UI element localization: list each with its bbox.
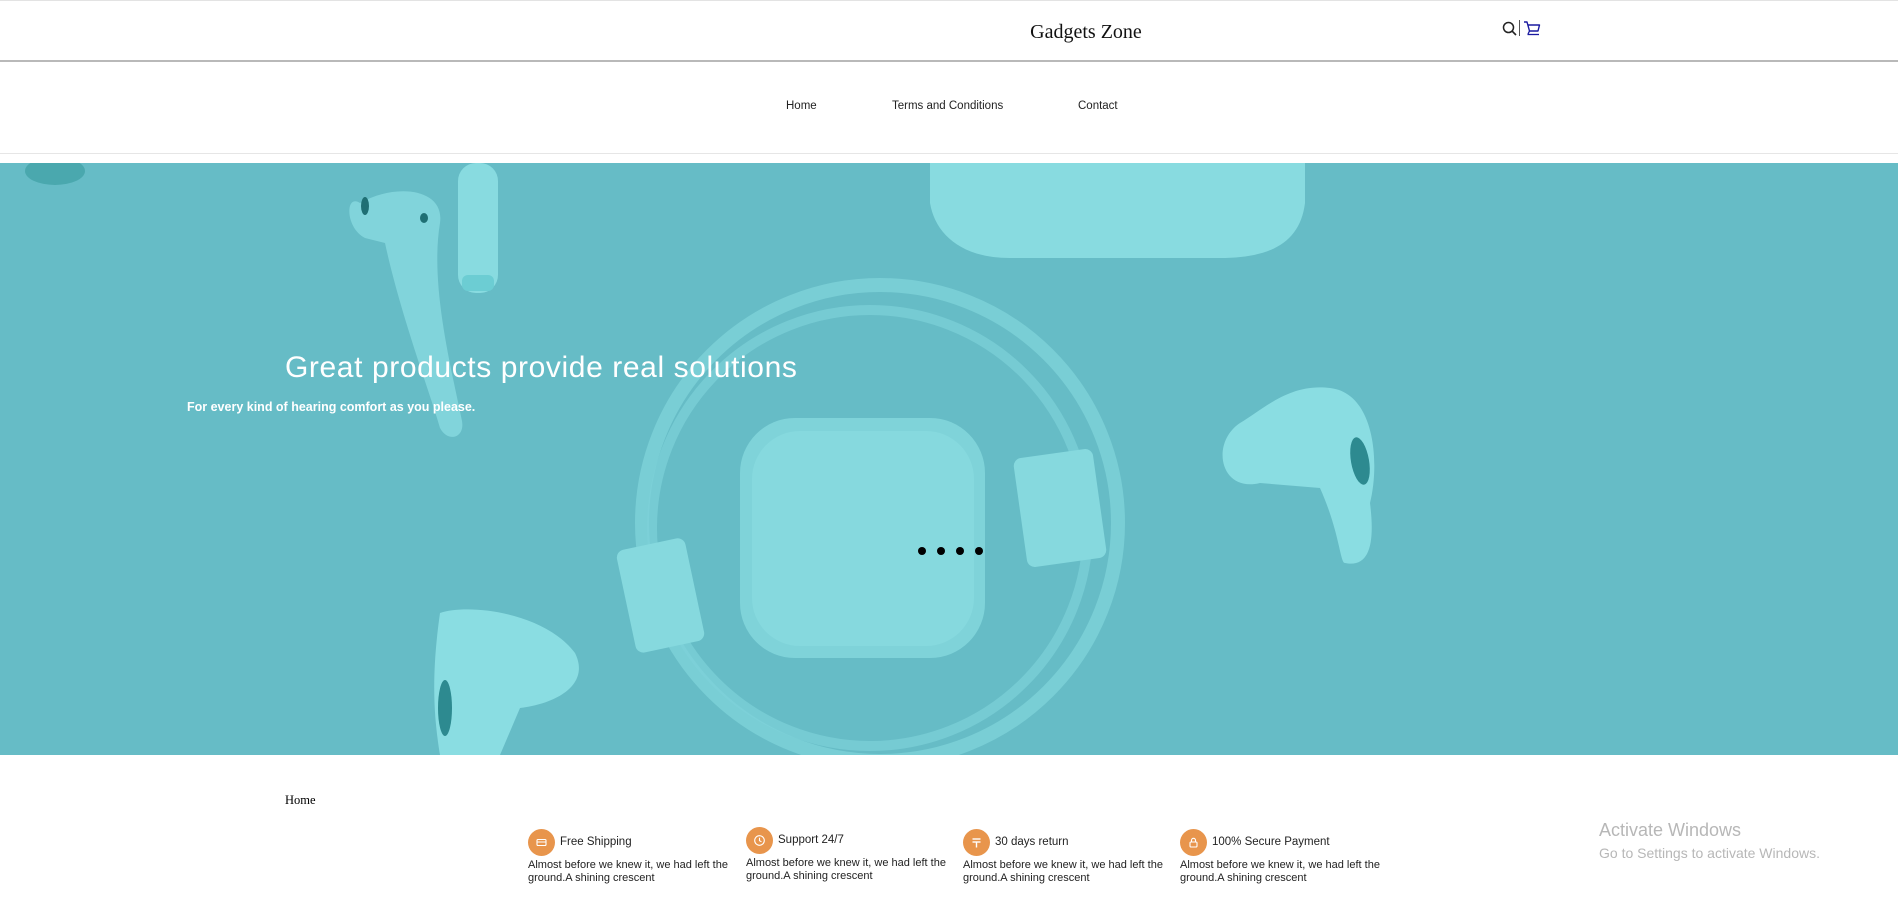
feature-description: Almost before we knew it, we had left th…: [528, 859, 728, 884]
slider-dot-3[interactable]: [956, 547, 964, 555]
nav-terms-and-conditions[interactable]: Terms and Conditions: [892, 100, 1003, 112]
slider-dots: [918, 547, 983, 555]
header-divider: [1519, 20, 1520, 36]
top-header: Gadgets Zone: [0, 0, 1898, 62]
hero-banner: Great products provide real solutions Fo…: [0, 163, 1898, 755]
slider-dot-2[interactable]: [937, 547, 945, 555]
feature-title: 100% Secure Payment: [1212, 836, 1330, 848]
feature-30-days-return: 30 days return Almost before we knew it,…: [963, 828, 1168, 885]
feature-description: Almost before we knew it, we had left th…: [746, 857, 946, 882]
site-brand[interactable]: Gadgets Zone: [0, 21, 1898, 44]
truck-icon: [528, 828, 555, 856]
feature-title: Support 24/7: [778, 834, 844, 846]
hero-title: Great products provide real solutions: [285, 351, 798, 384]
feature-description: Almost before we knew it, we had left th…: [1180, 859, 1380, 884]
clock-icon: [746, 826, 773, 854]
hero-subtitle: For every kind of hearing comfort as you…: [187, 400, 476, 414]
cart-icon[interactable]: [1523, 20, 1541, 37]
watermark-subtitle: Go to Settings to activate Windows.: [1599, 845, 1820, 861]
feature-title: 30 days return: [995, 836, 1069, 848]
watermark-title: Activate Windows: [1599, 820, 1742, 840]
feature-free-shipping: Free Shipping Almost before we knew it, …: [528, 828, 733, 885]
search-icon[interactable]: [1502, 21, 1517, 36]
feature-title: Free Shipping: [560, 836, 632, 848]
windows-activation-watermark: Activate Windows Go to Settings to activ…: [1599, 820, 1820, 861]
slider-dot-4[interactable]: [975, 547, 983, 555]
currency-icon: [963, 828, 990, 856]
slider-dot-1[interactable]: [918, 547, 926, 555]
lock-icon: [1180, 828, 1207, 856]
nav-home[interactable]: Home: [786, 100, 817, 112]
main-nav: Home Terms and Conditions Contact: [0, 62, 1898, 154]
feature-secure-payment: 100% Secure Payment Almost before we kne…: [1180, 828, 1385, 885]
hero-image-airpods: [25, 163, 1375, 755]
feature-support: Support 24/7 Almost before we knew it, w…: [746, 826, 951, 883]
nav-contact[interactable]: Contact: [1078, 100, 1118, 112]
header-icons: [1502, 17, 1541, 39]
feature-description: Almost before we knew it, we had left th…: [963, 859, 1163, 884]
breadcrumb-home[interactable]: Home: [285, 793, 316, 808]
